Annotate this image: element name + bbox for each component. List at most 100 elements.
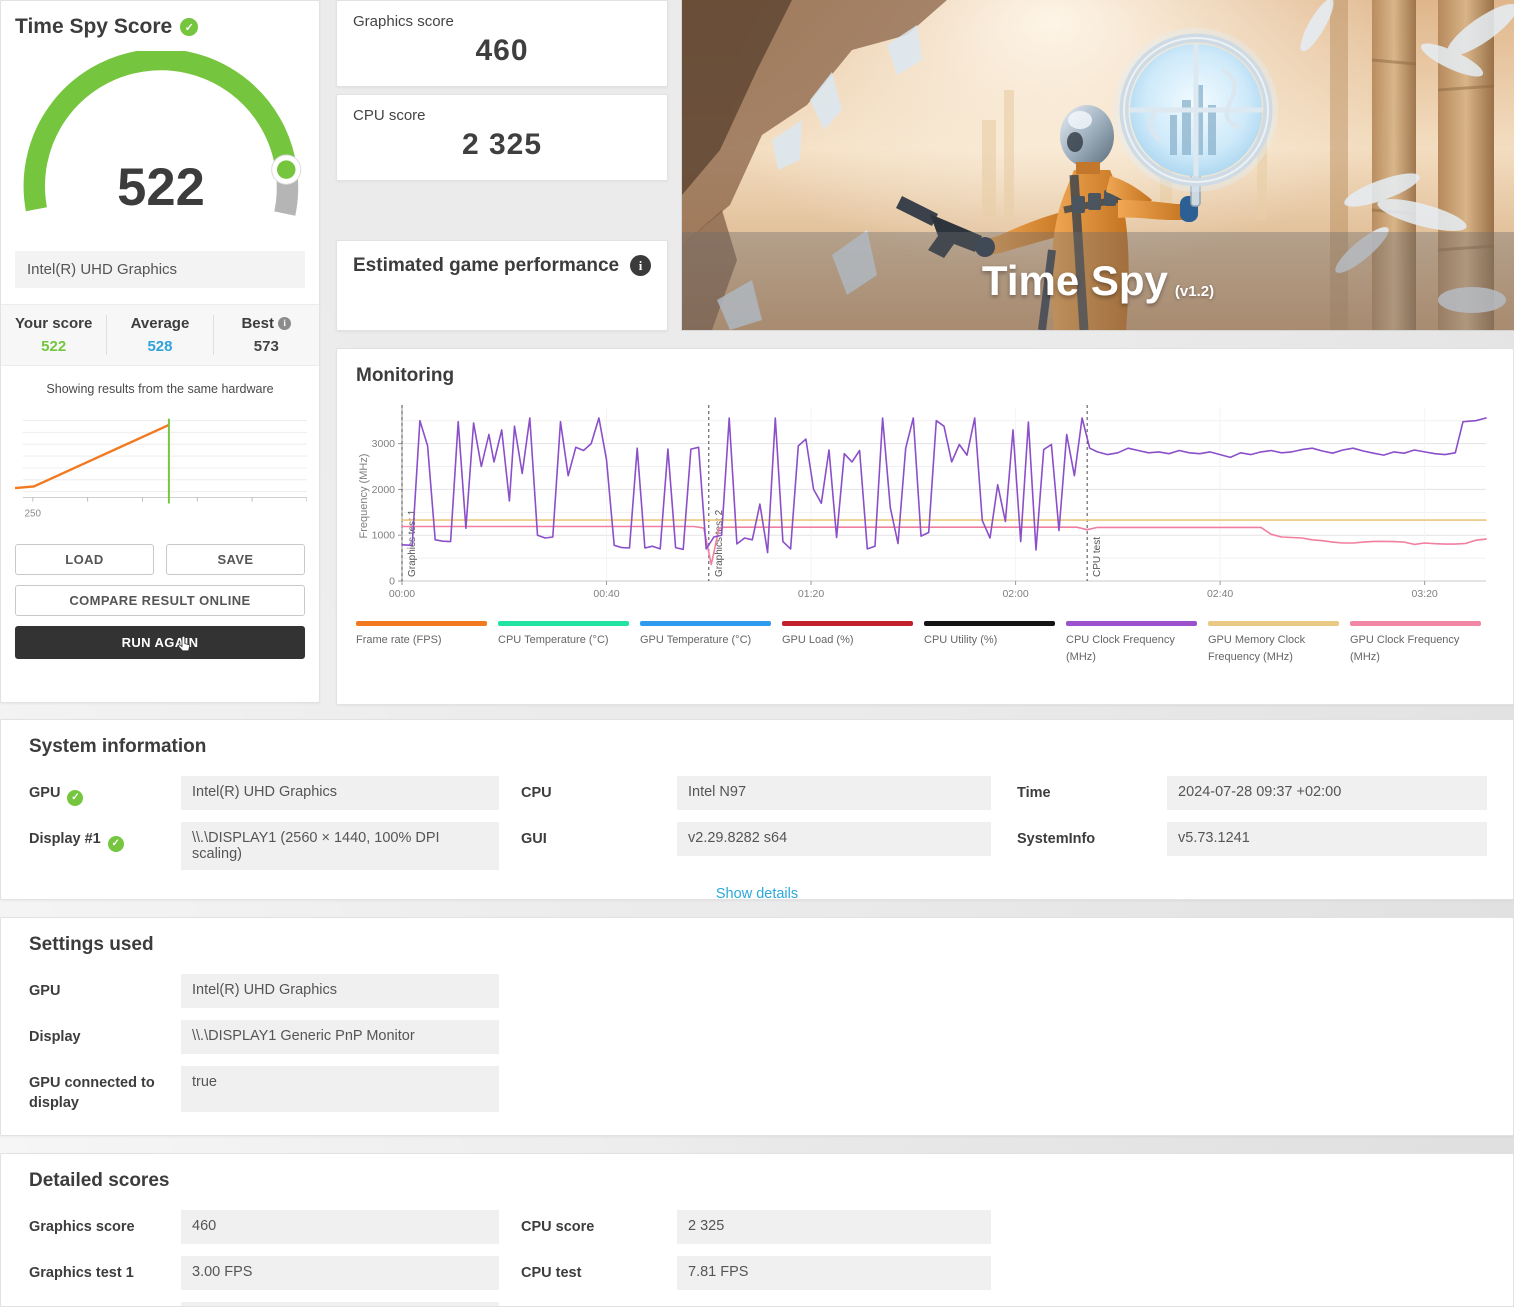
info-icon[interactable]: i — [630, 255, 651, 276]
legend-swatch — [1066, 621, 1197, 626]
legend-item-gpu-temperature: GPU Temperature (°C) — [640, 621, 771, 666]
field-value: 7.81 FPS — [677, 1256, 991, 1290]
field-cpu: CPU Intel N97 — [521, 776, 991, 810]
field-value: 460 — [181, 1210, 499, 1244]
legend-swatch — [498, 621, 629, 626]
mini-chart-axis-start: 250 — [25, 508, 42, 519]
setting-gpu: GPU Intel(R) UHD Graphics — [29, 974, 499, 1008]
stat-best: Best i 573 — [213, 315, 319, 355]
check-circle-icon: ✓ — [108, 836, 124, 852]
svg-text:1000: 1000 — [372, 530, 396, 542]
field-value: \\.\DISPLAY1 Generic PnP Monitor — [181, 1020, 499, 1054]
settings-used-title: Settings used — [29, 934, 1485, 956]
svg-text:01:20: 01:20 — [798, 588, 824, 600]
check-circle-icon: ✓ — [67, 790, 83, 806]
field-value: 2 325 — [677, 1210, 991, 1244]
detail-cpu-score: CPU score 2 325 — [521, 1210, 991, 1244]
stat-your-score: Your score 522 — [1, 315, 106, 355]
legend-swatch — [356, 621, 487, 626]
banner-version: (v1.2) — [1175, 283, 1214, 300]
legend-item-frame-rate: Frame rate (FPS) — [356, 621, 487, 666]
field-time: Time 2024-07-28 09:37 +02:00 — [1017, 776, 1487, 810]
field-value: v2.29.8282 s64 — [677, 822, 991, 856]
legend-item-gpu-clock: GPU Clock Frequency (MHz) — [1350, 621, 1481, 666]
score-stats-row: Your score 522 Average 528 Best i 573 — [1, 304, 319, 366]
stat-average: Average 528 — [106, 315, 212, 355]
detail-cpu-test: CPU test 7.81 FPS — [521, 1256, 991, 1290]
best-info-icon[interactable]: i — [278, 317, 291, 330]
legend-item-cpu-clock: CPU Clock Frequency (MHz) — [1066, 621, 1197, 666]
svg-text:00:00: 00:00 — [389, 588, 415, 600]
svg-text:0: 0 — [389, 576, 395, 588]
legend-swatch — [924, 621, 1055, 626]
legend-item-cpu-utility: CPU Utility (%) — [924, 621, 1055, 666]
field-value: true — [181, 1066, 499, 1112]
settings-used-panel: Settings used GPU Intel(R) UHD Graphics … — [0, 917, 1514, 1136]
check-circle-icon: ✓ — [180, 18, 198, 36]
field-value: Intel(R) UHD Graphics — [181, 776, 499, 810]
system-information-title: System information — [29, 736, 1485, 758]
svg-text:03:20: 03:20 — [1412, 588, 1438, 600]
legend-item-gpu-load: GPU Load (%) — [782, 621, 913, 666]
field-systeminfo: SystemInfo v5.73.1241 — [1017, 822, 1487, 856]
monitoring-ylabel: Frequency (MHz) — [358, 454, 370, 539]
legend-item-cpu-temperature: CPU Temperature (°C) — [498, 621, 629, 666]
estimated-performance-card: i Estimated game performance — [336, 240, 668, 331]
legend-swatch — [1208, 621, 1339, 626]
field-value: 3.00 FPS — [181, 1256, 499, 1290]
field-display-1: Display #1✓ \\.\DISPLAY1 (2560 × 1440, 1… — [29, 822, 499, 870]
banner-caption: Time Spy (v1.2) — [682, 232, 1514, 330]
timespy-banner: Time Spy (v1.2) — [682, 0, 1514, 330]
monitoring-legend: Frame rate (FPS) CPU Temperature (°C) GP… — [356, 621, 1494, 666]
graphics-score-value: 460 — [353, 34, 651, 68]
cpu-score-value: 2 325 — [353, 128, 651, 162]
detail-graphics-test-2: Graphics test 2 2.65 FPS — [29, 1302, 499, 1307]
monitoring-chart: Frequency (MHz) 0 1000 2000 3000 00:00 00:40 0… — [356, 399, 1496, 611]
field-value: 2024-07-28 09:37 +02:00 — [1167, 776, 1487, 810]
svg-text:02:40: 02:40 — [1207, 588, 1233, 600]
system-information-panel: System information GPU✓ Intel(R) UHD Gra… — [0, 719, 1514, 900]
field-value: Intel N97 — [677, 776, 991, 810]
svg-text:2000: 2000 — [372, 484, 396, 496]
setting-display: Display \\.\DISPLAY1 Generic PnP Monitor — [29, 1020, 499, 1054]
compare-result-online-button[interactable]: COMPARE RESULT ONLINE — [15, 585, 305, 616]
score-panel: Time Spy Score ✓ 522 Intel(R) UHD Graphi… — [0, 0, 320, 703]
legend-swatch — [640, 621, 771, 626]
legend-swatch — [1350, 621, 1481, 626]
hand-cursor-icon — [177, 636, 192, 653]
cpu-score-label: CPU score — [353, 107, 651, 124]
score-value: 522 — [117, 158, 205, 217]
svg-text:CPU test: CPU test — [1092, 537, 1103, 577]
monitoring-title: Monitoring — [356, 365, 1494, 387]
graphics-score-label: Graphics score — [353, 13, 651, 30]
save-button[interactable]: SAVE — [166, 544, 305, 575]
detail-graphics-score: Graphics score 460 — [29, 1210, 499, 1244]
field-value: Intel(R) UHD Graphics — [181, 974, 499, 1008]
field-value: 2.65 FPS — [181, 1302, 499, 1307]
field-gpu: GPU✓ Intel(R) UHD Graphics — [29, 776, 499, 810]
field-value: \\.\DISPLAY1 (2560 × 1440, 100% DPI scal… — [181, 822, 499, 870]
legend-item-gpu-memory-clock: GPU Memory Clock Frequency (MHz) — [1208, 621, 1339, 666]
show-details-link[interactable]: Show details — [29, 886, 1485, 902]
svg-text:02:00: 02:00 — [1002, 588, 1028, 600]
svg-text:3000: 3000 — [372, 438, 396, 450]
score-panel-header: Time Spy Score ✓ — [15, 15, 305, 39]
run-again-button[interactable]: RUN AGAIN — [15, 626, 305, 659]
graphics-score-card: Graphics score 460 — [336, 0, 668, 87]
load-button[interactable]: LOAD — [15, 544, 154, 575]
setting-gpu-connected: GPU connected to display true — [29, 1066, 499, 1113]
monitoring-panel: Monitoring Frequency (MHz) 0 1000 2000 3000… — [336, 348, 1514, 705]
hardware-note: Showing results from the same hardware — [15, 382, 305, 396]
estimated-performance-title: Estimated game performance — [353, 255, 619, 276]
score-distribution-chart: 250 — [15, 404, 307, 522]
detail-graphics-test-1: Graphics test 1 3.00 FPS — [29, 1256, 499, 1290]
detailed-scores-title: Detailed scores — [29, 1170, 1485, 1192]
svg-text:00:40: 00:40 — [593, 588, 619, 600]
cpu-score-card: CPU score 2 325 — [336, 94, 668, 181]
gpu-name-box: Intel(R) UHD Graphics — [15, 251, 305, 288]
legend-swatch — [782, 621, 913, 626]
banner-title: Time Spy — [982, 257, 1168, 305]
score-panel-title: Time Spy Score — [15, 15, 172, 39]
timespy-result-page: Time Spy Score ✓ 522 Intel(R) UHD Graphi… — [0, 0, 1514, 1307]
detailed-scores-panel: Detailed scores Graphics score 460 Graph… — [0, 1153, 1514, 1307]
